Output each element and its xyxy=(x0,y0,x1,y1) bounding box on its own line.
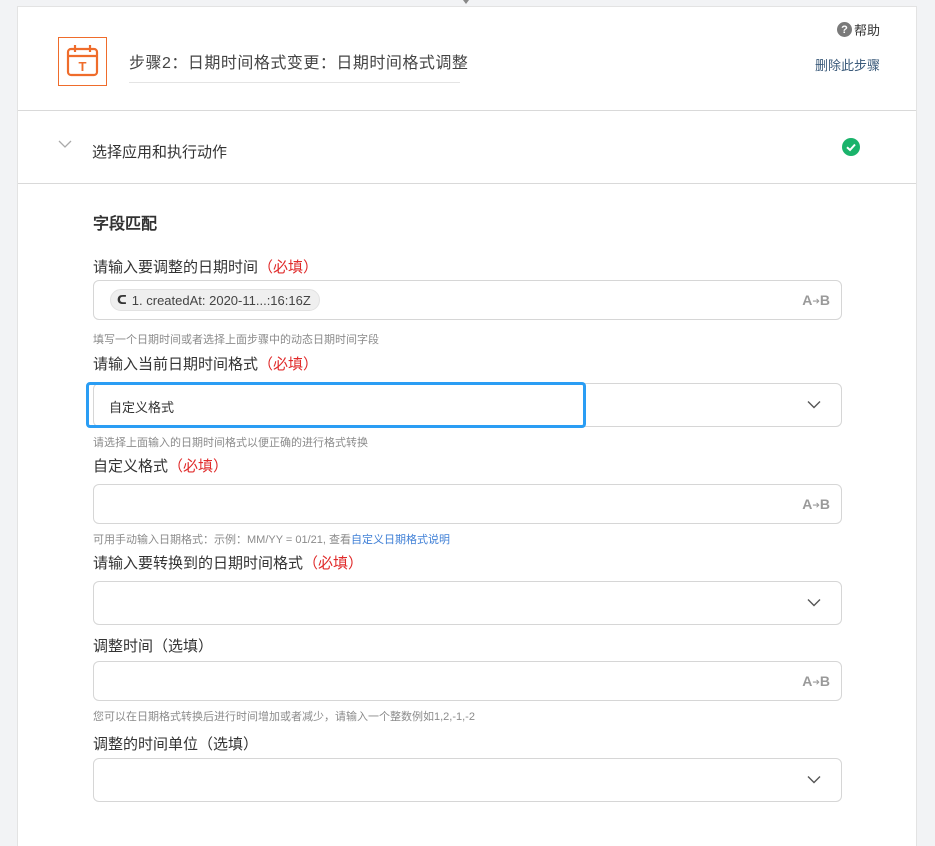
field-label-current-format: 请输入当前日期时间格式（必填） xyxy=(93,353,318,374)
time-unit-select[interactable] xyxy=(93,758,842,802)
hint-text: 可用手动输入日期格式：示例：MM/YY = 01/21, 查看 xyxy=(93,534,352,546)
select-value: 自定义格式 xyxy=(109,400,175,415)
field-label-target-format: 请输入要转换到的日期时间格式（必填） xyxy=(93,552,363,573)
step-title: 步骤2：日期时间格式变更：日期时间格式调整 xyxy=(129,49,468,83)
section-title: 选择应用和执行动作 xyxy=(92,144,228,161)
section-choose-app[interactable]: 选择应用和执行动作 xyxy=(18,111,916,184)
label-text: 调整时间（选填） xyxy=(93,638,214,655)
label-text: 调整的时间单位（选填） xyxy=(93,736,259,753)
label-text: 请输入当前日期时间格式 xyxy=(93,356,259,373)
text-type-icon[interactable]: A➔B xyxy=(802,496,830,512)
adjust-time-input[interactable]: A➔B xyxy=(93,661,842,701)
dynamic-field-token[interactable]: ᑕ 1. createdAt: 2020-11...:16:16Z xyxy=(110,289,320,311)
app-icon-glyph: T xyxy=(79,59,87,74)
connector-arrow xyxy=(463,0,469,4)
token-text: 1. createdAt: 2020-11...:16:16Z xyxy=(131,292,311,308)
field-hint: 填写一个日期时间或者选择上面步骤中的动态日期时间字段 xyxy=(93,334,379,346)
required-mark: （必填） xyxy=(303,555,364,572)
custom-format-input[interactable]: A➔B xyxy=(93,484,842,524)
step-header: T 步骤2：日期时间格式变更：日期时间格式调整 ? 帮助 删除此步骤 xyxy=(18,7,916,111)
field-label-time-unit: 调整的时间单位（选填） xyxy=(93,733,258,754)
current-format-select[interactable]: 自定义格式 xyxy=(93,383,842,427)
field-label-datetime: 请输入要调整的日期时间（必填） xyxy=(93,256,318,277)
help-label: 帮助 xyxy=(853,23,880,38)
app-icon: ᑕ xyxy=(117,293,127,307)
required-mark: （必填） xyxy=(168,458,229,475)
chevron-down-icon[interactable] xyxy=(807,775,821,784)
required-mark: （必填） xyxy=(258,356,319,373)
chevron-down-icon[interactable] xyxy=(807,598,821,607)
step-card: T 步骤2：日期时间格式变更：日期时间格式调整 ? 帮助 删除此步骤 选择应用和… xyxy=(17,6,917,846)
datetime-input[interactable]: ᑕ 1. createdAt: 2020-11...:16:16Z A➔B xyxy=(93,280,842,320)
form-heading: 字段匹配 xyxy=(93,216,158,233)
label-text: 请输入要调整的日期时间 xyxy=(93,259,259,276)
text-type-icon[interactable]: A➔B xyxy=(802,292,830,308)
check-circle-icon xyxy=(842,138,860,156)
calendar-t-icon: T xyxy=(58,37,107,86)
text-type-icon[interactable]: A➔B xyxy=(802,673,830,689)
help-link[interactable]: ? 帮助 xyxy=(836,20,880,39)
chevron-down-icon[interactable] xyxy=(807,400,821,409)
format-help-link[interactable]: 自定义日期格式说明 xyxy=(351,534,450,546)
target-format-select[interactable] xyxy=(93,581,842,625)
label-text: 自定义格式 xyxy=(93,458,169,475)
label-text: 请输入要转换到的日期时间格式 xyxy=(93,555,304,572)
field-hint: 您可以在日期格式转换后进行时间增加或者减少，请输入一个整数例如1,2,-1,-2 xyxy=(93,711,475,723)
field-label-custom-format: 自定义格式（必填） xyxy=(93,455,228,476)
delete-step-link[interactable]: 删除此步骤 xyxy=(815,55,880,74)
field-label-adjust-time: 调整时间（选填） xyxy=(93,635,213,656)
field-hint: 请选择上面输入的日期时间格式以便正确的进行格式转换 xyxy=(93,437,368,449)
field-hint: 可用手动输入日期格式：示例：MM/YY = 01/21, 查看自定义日期格式说明 xyxy=(93,531,450,547)
chevron-down-icon[interactable] xyxy=(58,140,72,148)
required-mark: （必填） xyxy=(258,259,319,276)
question-circle-icon: ? xyxy=(836,22,852,37)
